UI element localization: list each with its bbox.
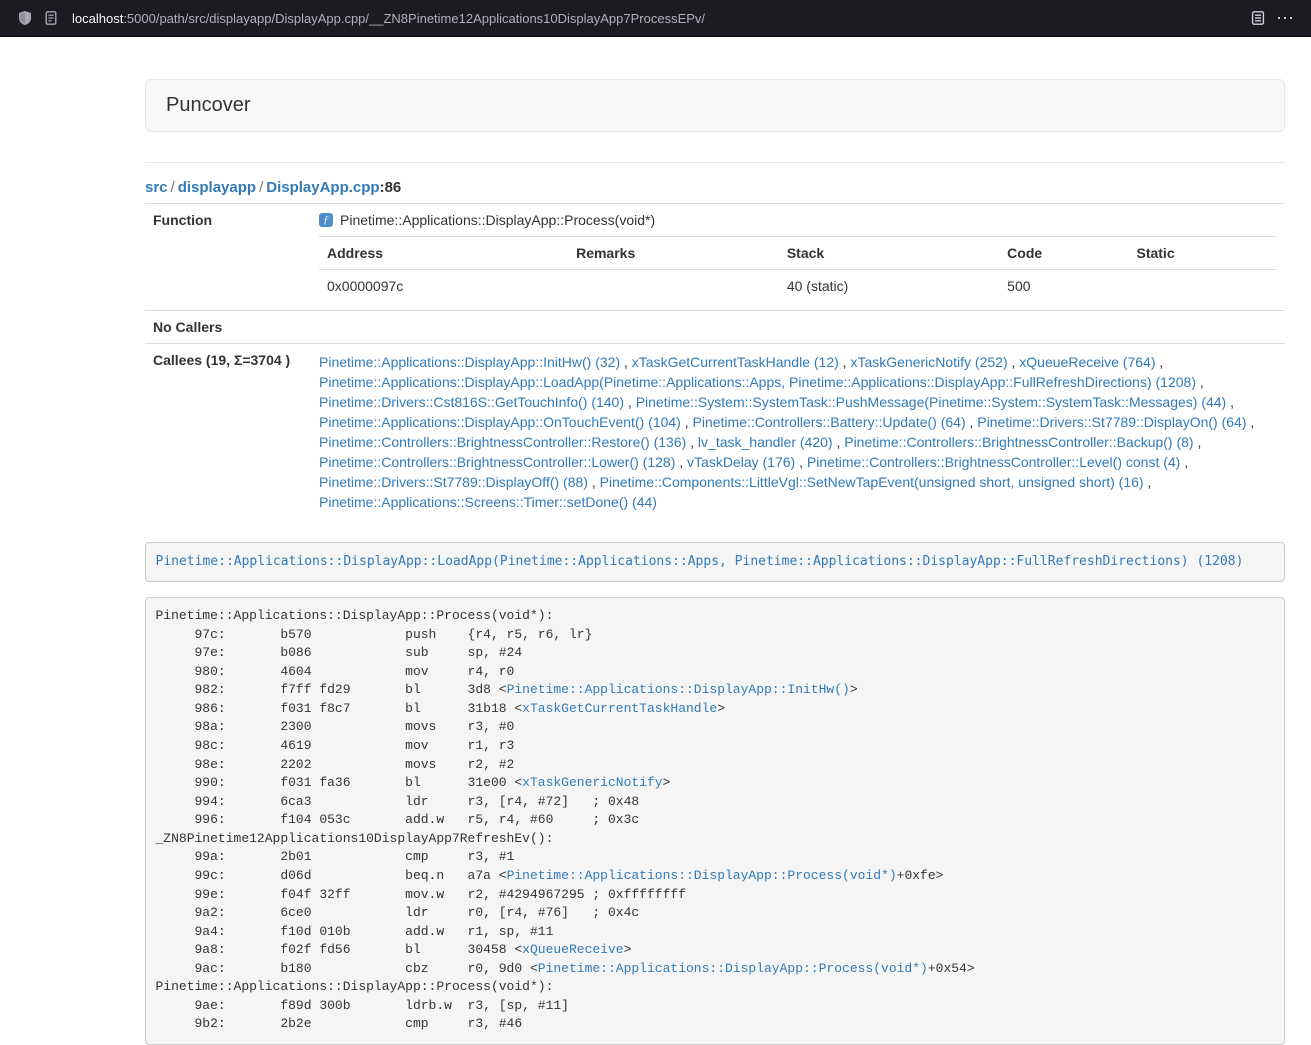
stats-static xyxy=(1128,270,1277,303)
callee-link[interactable]: xQueueReceive (764) xyxy=(1019,354,1155,370)
breadcrumb-link-displayapp-cpp[interactable]: DisplayApp.cpp xyxy=(266,179,379,196)
function-name-line: ƒ Pinetime::Applications::DisplayApp::Pr… xyxy=(319,212,1277,236)
callee-link[interactable]: lv_task_handler (420) xyxy=(698,434,833,450)
disassembly-symbol-link[interactable]: Pinetime::Applications::DisplayApp::Init… xyxy=(507,682,850,697)
stats-header-static: Static xyxy=(1128,237,1277,270)
callees-row: Callees (19, Σ=3704 ) Pinetime::Applicat… xyxy=(145,344,1285,521)
function-details-table: Function ƒ Pinetime::Applications::Displ… xyxy=(145,203,1285,520)
breadcrumb: src/displayapp/DisplayApp.cpp:86 xyxy=(145,179,1285,196)
callee-link[interactable]: Pinetime::Controllers::BrightnessControl… xyxy=(319,434,686,450)
stats-header-address: Address xyxy=(319,237,568,270)
disassembly-code: Pinetime::Applications::DisplayApp::Proc… xyxy=(156,608,975,1031)
breadcrumb-link-displayapp[interactable]: displayapp xyxy=(178,179,256,196)
function-type-icon: ƒ xyxy=(319,213,333,227)
divider xyxy=(145,162,1285,163)
stats-header-stack: Stack xyxy=(779,237,999,270)
stats-value-row: 0x0000097c 40 (static) 500 xyxy=(319,270,1277,303)
callee-link[interactable]: xTaskGetCurrentTaskHandle (12) xyxy=(632,354,839,370)
breadcrumb-separator: / xyxy=(168,179,178,196)
callee-link[interactable]: Pinetime::Applications::DisplayApp::OnTo… xyxy=(319,414,681,430)
site-info-icon[interactable] xyxy=(38,5,64,31)
breadcrumb-line-number: :86 xyxy=(380,179,402,196)
breadcrumb-link-src[interactable]: src xyxy=(145,179,168,196)
function-name: Pinetime::Applications::DisplayApp::Proc… xyxy=(340,212,655,228)
function-detail-cell: ƒ Pinetime::Applications::DisplayApp::Pr… xyxy=(311,204,1285,311)
callee-link[interactable]: Pinetime::Drivers::St7789::DisplayOn() (… xyxy=(977,414,1246,430)
callee-link[interactable]: Pinetime::Applications::DisplayApp::Load… xyxy=(319,374,1196,390)
breadcrumb-separator: / xyxy=(256,179,266,196)
no-callers-cell xyxy=(311,311,1285,344)
url-path: :5000/path/src/displayapp/DisplayApp.cpp… xyxy=(123,11,705,26)
callee-link[interactable]: Pinetime::Drivers::Cst816S::GetTouchInfo… xyxy=(319,394,624,410)
main-content: Puncover src/displayapp/DisplayApp.cpp:8… xyxy=(145,79,1285,1045)
reader-view-icon[interactable] xyxy=(1245,5,1271,31)
app-title: Puncover xyxy=(166,94,251,116)
callees-list: Pinetime::Applications::DisplayApp::Init… xyxy=(311,344,1285,521)
callee-link[interactable]: Pinetime::Applications::DisplayApp::Init… xyxy=(319,354,620,370)
callee-link[interactable]: xTaskGenericNotify (252) xyxy=(850,354,1007,370)
stats-header-remarks: Remarks xyxy=(568,237,779,270)
disassembly-symbol-link[interactable]: xTaskGenericNotify xyxy=(522,775,662,790)
callee-link[interactable]: vTaskDelay (176) xyxy=(687,454,795,470)
url-bar[interactable]: localhost:5000/path/src/displayapp/Displ… xyxy=(72,11,1237,26)
stats-header-code: Code xyxy=(999,237,1128,270)
selected-symbol-panel: Pinetime::Applications::DisplayApp::Load… xyxy=(145,542,1285,582)
callees-label: Callees (19, Σ=3704 ) xyxy=(145,344,311,521)
stats-address: 0x0000097c xyxy=(319,270,568,303)
no-callers-label: No Callers xyxy=(145,311,311,344)
disassembly-block: Pinetime::Applications::DisplayApp::Proc… xyxy=(145,597,1285,1045)
callee-link[interactable]: Pinetime::System::SystemTask::PushMessag… xyxy=(636,394,1227,410)
callee-link[interactable]: Pinetime::Drivers::St7789::DisplayOff() … xyxy=(319,474,588,490)
callee-link[interactable]: Pinetime::Controllers::BrightnessControl… xyxy=(844,434,1193,450)
stats-header-row: Address Remarks Stack Code Static xyxy=(319,237,1277,270)
callee-link[interactable]: Pinetime::Controllers::BrightnessControl… xyxy=(319,454,675,470)
stats-remarks xyxy=(568,270,779,303)
stats-table: Address Remarks Stack Code Static 0x0000… xyxy=(319,236,1277,302)
callee-link[interactable]: Pinetime::Controllers::Battery::Update()… xyxy=(693,414,966,430)
function-row: Function ƒ Pinetime::Applications::Displ… xyxy=(145,204,1285,311)
no-callers-row: No Callers xyxy=(145,311,1285,344)
browser-toolbar: localhost:5000/path/src/displayapp/Displ… xyxy=(0,0,1311,37)
tracking-protection-shield-icon[interactable] xyxy=(12,5,38,31)
disassembly-symbol-link[interactable]: Pinetime::Applications::DisplayApp::Proc… xyxy=(507,868,897,883)
app-title-banner: Puncover xyxy=(145,79,1285,132)
callee-link[interactable]: Pinetime::Components::LittleVgl::SetNewT… xyxy=(600,474,1144,490)
stats-code: 500 xyxy=(999,270,1128,303)
callee-link[interactable]: Pinetime::Applications::Screens::Timer::… xyxy=(319,494,657,510)
callee-link[interactable]: Pinetime::Controllers::BrightnessControl… xyxy=(807,454,1180,470)
disassembly-symbol-link[interactable]: Pinetime::Applications::DisplayApp::Proc… xyxy=(538,961,928,976)
disassembly-symbol-link[interactable]: xQueueReceive xyxy=(522,942,623,957)
more-options-icon[interactable]: ⋯ xyxy=(1271,4,1299,32)
url-host: localhost xyxy=(72,11,123,26)
function-row-label: Function xyxy=(145,204,311,311)
disassembly-symbol-link[interactable]: xTaskGetCurrentTaskHandle xyxy=(522,701,717,716)
selected-symbol-link[interactable]: Pinetime::Applications::DisplayApp::Load… xyxy=(156,554,1244,569)
stats-stack: 40 (static) xyxy=(779,270,999,303)
